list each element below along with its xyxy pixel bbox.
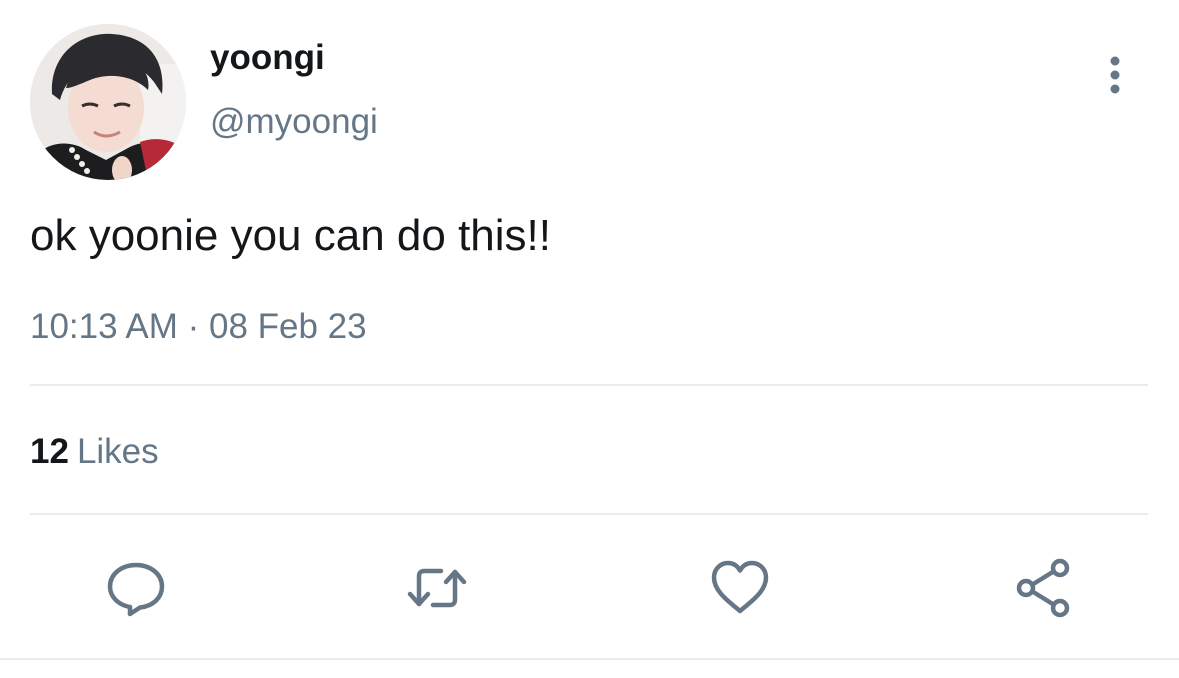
- divider: [0, 658, 1179, 660]
- tweet-text: ok yoonie you can do this!!: [30, 211, 551, 260]
- like-button[interactable]: [708, 556, 772, 620]
- retweet-button[interactable]: [405, 556, 469, 620]
- likes-count: 12: [30, 432, 69, 471]
- author-handle[interactable]: @myoongi: [210, 104, 378, 139]
- author-display-name[interactable]: yoongi: [210, 40, 325, 75]
- tweet-timestamp[interactable]: 10:13 AM · 08 Feb 23: [30, 309, 367, 344]
- avatar[interactable]: [30, 24, 186, 180]
- more-vertical-icon: [1110, 56, 1120, 94]
- divider: [30, 513, 1148, 515]
- likes-stat[interactable]: 12 Likes: [30, 434, 159, 469]
- reply-button[interactable]: [104, 556, 168, 620]
- reply-icon: [107, 562, 165, 617]
- share-icon: [1016, 558, 1070, 618]
- more-options-button[interactable]: [1100, 54, 1130, 98]
- heart-icon: [711, 560, 769, 614]
- avatar-photo: [30, 24, 186, 180]
- divider: [30, 384, 1148, 386]
- likes-label: Likes: [76, 432, 159, 471]
- share-button[interactable]: [1012, 556, 1076, 620]
- retweet-icon: [407, 568, 467, 608]
